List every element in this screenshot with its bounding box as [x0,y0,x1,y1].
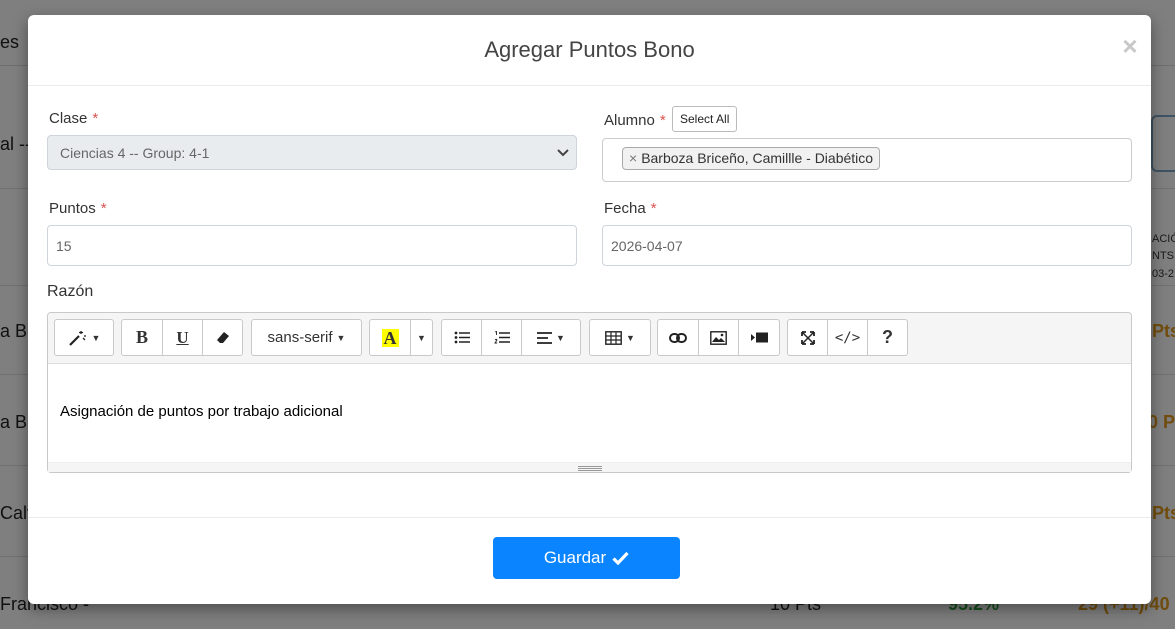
fecha-label-text: Fecha [604,200,646,217]
dropdown-caret-icon: ▼ [336,332,346,343]
magic-wand-icon [68,330,86,346]
ordered-list-icon[interactable] [481,319,522,356]
add-bonus-points-modal: Agregar Puntos Bono × Clase * Ciencias 4 … [28,15,1151,604]
table-icon [605,330,622,345]
editor-toolbar: ▼ B U sans-serif ▼ A ▼ ▼ ▼ </> ? [48,313,1131,364]
selected-student-chip: × Barboza Briceño, Camillle - Diabético [622,147,881,170]
required-marker: * [100,200,107,217]
color-group: A ▼ [369,319,433,356]
video-glyph [750,332,768,343]
align-left-icon [537,331,553,344]
selected-student-name: Barboza Briceño, Camillle - Diabético [641,150,874,166]
table-group: ▼ [589,319,651,356]
format-group: B U [121,319,243,356]
font-family-value: sans-serif [267,329,333,346]
remove-chip-icon[interactable]: × [629,150,637,166]
save-button-label: Guardar [543,548,607,567]
alumno-label: Alumno * [604,112,666,129]
modal-title: Agregar Puntos Bono [484,37,695,62]
text-color-button[interactable]: A [369,319,411,356]
fullscreen-glyph [800,330,815,345]
magic-style-button[interactable]: ▼ [54,319,114,356]
font-group: sans-serif ▼ [251,319,362,356]
fullscreen-icon[interactable] [787,319,828,356]
video-icon[interactable] [738,319,780,356]
code-view-icon[interactable]: </> [827,319,868,356]
clase-label-text: Clase [49,110,88,127]
required-marker: * [92,110,99,127]
eraser-icon[interactable] [202,319,243,356]
table-dropdown[interactable]: ▼ [589,319,651,356]
puntos-input[interactable]: 15 [47,225,577,266]
puntos-label: Puntos * [49,200,107,217]
eraser-glyph [216,332,229,343]
alumno-multiselect[interactable]: × Barboza Briceño, Camillle - Diabético [602,138,1132,182]
bold-icon[interactable]: B [121,319,163,356]
alumno-label-text: Alumno [604,112,655,129]
resize-grip-icon [578,466,602,471]
clase-label: Clase * [49,110,98,127]
image-glyph [710,330,727,345]
dropdown-caret-icon: ▼ [626,332,635,343]
razon-rich-text-editor: ▼ B U sans-serif ▼ A ▼ ▼ ▼ </> ? Asignac… [47,312,1132,473]
image-icon[interactable] [698,319,739,356]
underline-icon[interactable]: U [162,319,203,356]
editor-content[interactable]: Asignación de puntos por trabajo adicion… [60,403,343,420]
link-icon[interactable] [657,319,699,356]
unordered-list-icon[interactable] [441,319,482,356]
fecha-input[interactable]: 2026-04-07 [602,225,1132,266]
required-marker: * [650,200,657,217]
dropdown-caret-icon: ▼ [556,332,565,343]
modal-header: Agregar Puntos Bono × [28,15,1151,86]
paragraph-align-dropdown[interactable]: ▼ [521,319,581,356]
font-family-dropdown[interactable]: sans-serif ▼ [251,319,362,356]
link-glyph [669,332,687,343]
puntos-label-text: Puntos [49,200,96,217]
color-dropdown-caret-icon[interactable]: ▼ [410,319,433,356]
text-highlight-icon: A [381,327,399,348]
required-marker: * [659,112,666,129]
misc-group: </> ? [787,319,908,356]
dropdown-caret-icon: ▼ [91,332,101,343]
chevron-down-icon [557,149,569,157]
clase-select-value: Ciencias 4 -- Group: 4-1 [60,145,210,161]
editor-resize-bar[interactable] [48,462,1131,472]
check-icon [612,551,629,565]
fecha-label: Fecha * [604,200,657,217]
razon-label: Razón [47,283,94,300]
modal-footer-divider [28,517,1151,518]
style-group: ▼ [54,319,114,356]
clase-select[interactable]: Ciencias 4 -- Group: 4-1 [47,135,577,170]
save-button[interactable]: Guardar [493,537,680,579]
close-icon[interactable]: × [1119,33,1141,59]
help-icon[interactable]: ? [867,319,908,356]
unordered-list-glyph [454,331,470,344]
ordered-list-glyph [493,331,510,344]
select-all-button[interactable]: Select All [672,106,738,132]
insert-group [657,319,780,356]
paragraph-group: ▼ [441,319,581,356]
